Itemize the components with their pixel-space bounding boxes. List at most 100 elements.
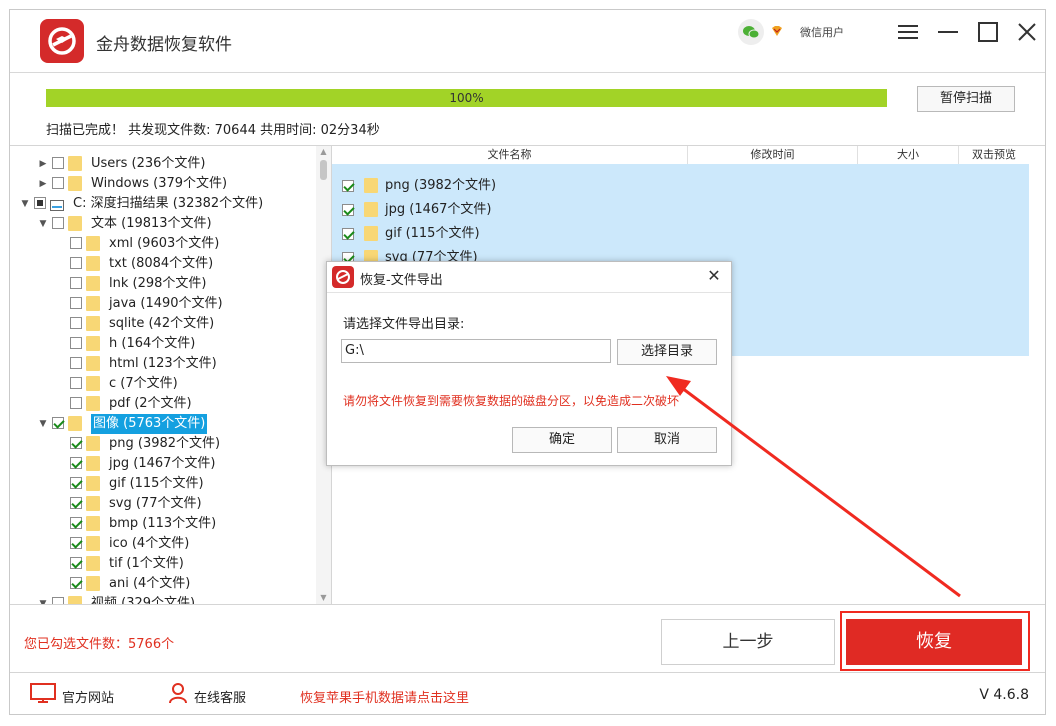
tree-item[interactable]: gif (115个文件) bbox=[10, 474, 316, 494]
tree-item-checkbox[interactable] bbox=[70, 397, 82, 409]
column-header-modified[interactable]: 修改时间 bbox=[688, 146, 858, 164]
online-support-link[interactable]: 在线客服 bbox=[194, 687, 246, 706]
tree-item[interactable]: svg (77个文件) bbox=[10, 494, 316, 514]
drive-icon bbox=[50, 198, 64, 211]
tree-item-label: Windows (379个文件) bbox=[91, 176, 228, 191]
collapse-arrow-icon[interactable]: ▼ bbox=[38, 594, 48, 604]
monitor-icon[interactable] bbox=[30, 683, 56, 709]
tree-item-checkbox[interactable] bbox=[70, 437, 82, 449]
export-path-input[interactable]: G:\ bbox=[341, 339, 611, 363]
minimize-icon[interactable] bbox=[936, 20, 960, 44]
iphone-recovery-link[interactable]: 恢复苹果手机数据请点击这里 bbox=[300, 687, 469, 706]
scroll-thumb[interactable] bbox=[320, 160, 327, 180]
tree-item-checkbox[interactable] bbox=[34, 197, 46, 209]
official-website-link[interactable]: 官方网站 bbox=[62, 687, 114, 706]
maximize-icon[interactable] bbox=[976, 20, 1000, 44]
tree-item[interactable]: jpg (1467个文件) bbox=[10, 454, 316, 474]
tree-item[interactable]: txt (8084个文件) bbox=[10, 254, 316, 274]
tree-item[interactable]: tif (1个文件) bbox=[10, 554, 316, 574]
expand-arrow-icon[interactable]: ▶ bbox=[38, 154, 48, 174]
tree-item[interactable]: html (123个文件) bbox=[10, 354, 316, 374]
tree-item[interactable]: java (1490个文件) bbox=[10, 294, 316, 314]
tree-item-checkbox[interactable] bbox=[70, 377, 82, 389]
tree-item-label: java (1490个文件) bbox=[109, 296, 223, 311]
scroll-up-icon[interactable]: ▲ bbox=[316, 146, 331, 158]
tree-item-checkbox[interactable] bbox=[70, 277, 82, 289]
tree-item[interactable]: lnk (298个文件) bbox=[10, 274, 316, 294]
file-list-row[interactable]: gif (115个文件) bbox=[332, 222, 1029, 246]
file-row-label: png (3982个文件) bbox=[385, 178, 497, 193]
tree-item-checkbox[interactable] bbox=[70, 357, 82, 369]
column-header-size[interactable]: 大小 bbox=[858, 146, 959, 164]
tree-item-checkbox[interactable] bbox=[52, 177, 64, 189]
file-row-checkbox[interactable] bbox=[342, 204, 354, 216]
tree-item-label: 视频 (329个文件) bbox=[91, 596, 196, 604]
tree-item-checkbox[interactable] bbox=[52, 217, 64, 229]
select-directory-button[interactable]: 选择目录 bbox=[617, 339, 717, 365]
menu-icon[interactable] bbox=[896, 20, 920, 44]
tree-item[interactable]: png (3982个文件) bbox=[10, 434, 316, 454]
user-name[interactable]: 微信用户 bbox=[800, 24, 844, 40]
scroll-down-icon[interactable]: ▼ bbox=[316, 592, 331, 604]
wechat-icon[interactable] bbox=[738, 19, 764, 45]
file-list-row[interactable]: jpg (1467个文件) bbox=[332, 198, 1029, 222]
previous-step-button[interactable]: 上一步 bbox=[661, 619, 835, 665]
tree-item-checkbox[interactable] bbox=[70, 457, 82, 469]
collapse-arrow-icon[interactable]: ▼ bbox=[38, 414, 48, 434]
folder-icon bbox=[364, 178, 378, 193]
dialog-close-icon[interactable]: ✕ bbox=[705, 267, 723, 285]
app-window: 金舟数据恢复软件 微信用户 100% 暂停扫描 扫描已完成！ 共发现文件数: 7… bbox=[9, 9, 1046, 715]
tree-item-checkbox[interactable] bbox=[70, 577, 82, 589]
tree-item-checkbox[interactable] bbox=[70, 317, 82, 329]
folder-icon bbox=[86, 316, 100, 331]
folder-icon bbox=[68, 216, 82, 231]
tree-item-checkbox[interactable] bbox=[70, 497, 82, 509]
tree-item[interactable]: ▼ C: 深度扫描结果 (32382个文件) bbox=[10, 194, 316, 214]
folder-icon bbox=[86, 396, 100, 411]
tree-item[interactable]: h (164个文件) bbox=[10, 334, 316, 354]
tree-item[interactable]: ani (4个文件) bbox=[10, 574, 316, 594]
tree-item-checkbox[interactable] bbox=[70, 257, 82, 269]
tree-item-label: xml (9603个文件) bbox=[109, 236, 220, 251]
tree-item-checkbox[interactable] bbox=[70, 337, 82, 349]
tree-item[interactable]: pdf (2个文件) bbox=[10, 394, 316, 414]
tree-item[interactable]: xml (9603个文件) bbox=[10, 234, 316, 254]
file-row-checkbox[interactable] bbox=[342, 180, 354, 192]
customer-service-icon[interactable] bbox=[168, 682, 188, 708]
tree-item[interactable]: ▼ 文本 (19813个文件) bbox=[10, 214, 316, 234]
confirm-button[interactable]: 确定 bbox=[512, 427, 612, 453]
tree-item-label: png (3982个文件) bbox=[109, 436, 221, 451]
expand-arrow-icon[interactable]: ▶ bbox=[38, 174, 48, 194]
tree-item[interactable]: sqlite (42个文件) bbox=[10, 314, 316, 334]
bottom-bar: 您已勾选文件数：5766个 上一步 恢复 bbox=[10, 604, 1045, 673]
column-header-name[interactable]: 文件名称 bbox=[332, 146, 688, 164]
tree-item-checkbox[interactable] bbox=[70, 557, 82, 569]
tree-item-checkbox[interactable] bbox=[52, 417, 64, 429]
tree-item-checkbox[interactable] bbox=[70, 297, 82, 309]
folder-icon bbox=[86, 516, 100, 531]
tree-item[interactable]: ico (4个文件) bbox=[10, 534, 316, 554]
tree-item-checkbox[interactable] bbox=[70, 477, 82, 489]
folder-icon bbox=[86, 536, 100, 551]
collapse-arrow-icon[interactable]: ▼ bbox=[38, 214, 48, 234]
tree-item[interactable]: ▼ 图像 (5763个文件) bbox=[10, 414, 316, 434]
column-header-preview[interactable]: 双击预览 bbox=[959, 146, 1029, 164]
folder-icon bbox=[86, 276, 100, 291]
tree-item-checkbox[interactable] bbox=[52, 597, 64, 604]
tree-item[interactable]: ▼ 视频 (329个文件) bbox=[10, 594, 316, 604]
file-row-checkbox[interactable] bbox=[342, 228, 354, 240]
tree-item-checkbox[interactable] bbox=[70, 517, 82, 529]
tree-item-label: ico (4个文件) bbox=[109, 536, 190, 551]
collapse-arrow-icon[interactable]: ▼ bbox=[20, 194, 30, 214]
cancel-button[interactable]: 取消 bbox=[617, 427, 717, 453]
file-list-row[interactable]: png (3982个文件) bbox=[332, 174, 1029, 198]
tree-item[interactable]: c (7个文件) bbox=[10, 374, 316, 394]
tree-item[interactable]: bmp (113个文件) bbox=[10, 514, 316, 534]
tree-item-checkbox[interactable] bbox=[70, 237, 82, 249]
tree-item[interactable]: ▶ Windows (379个文件) bbox=[10, 174, 316, 194]
pause-scan-button[interactable]: 暂停扫描 bbox=[917, 86, 1015, 112]
tree-item[interactable]: ▶ Users (236个文件) bbox=[10, 154, 316, 174]
close-icon[interactable] bbox=[1015, 20, 1039, 44]
tree-item-checkbox[interactable] bbox=[70, 537, 82, 549]
tree-item-checkbox[interactable] bbox=[52, 157, 64, 169]
